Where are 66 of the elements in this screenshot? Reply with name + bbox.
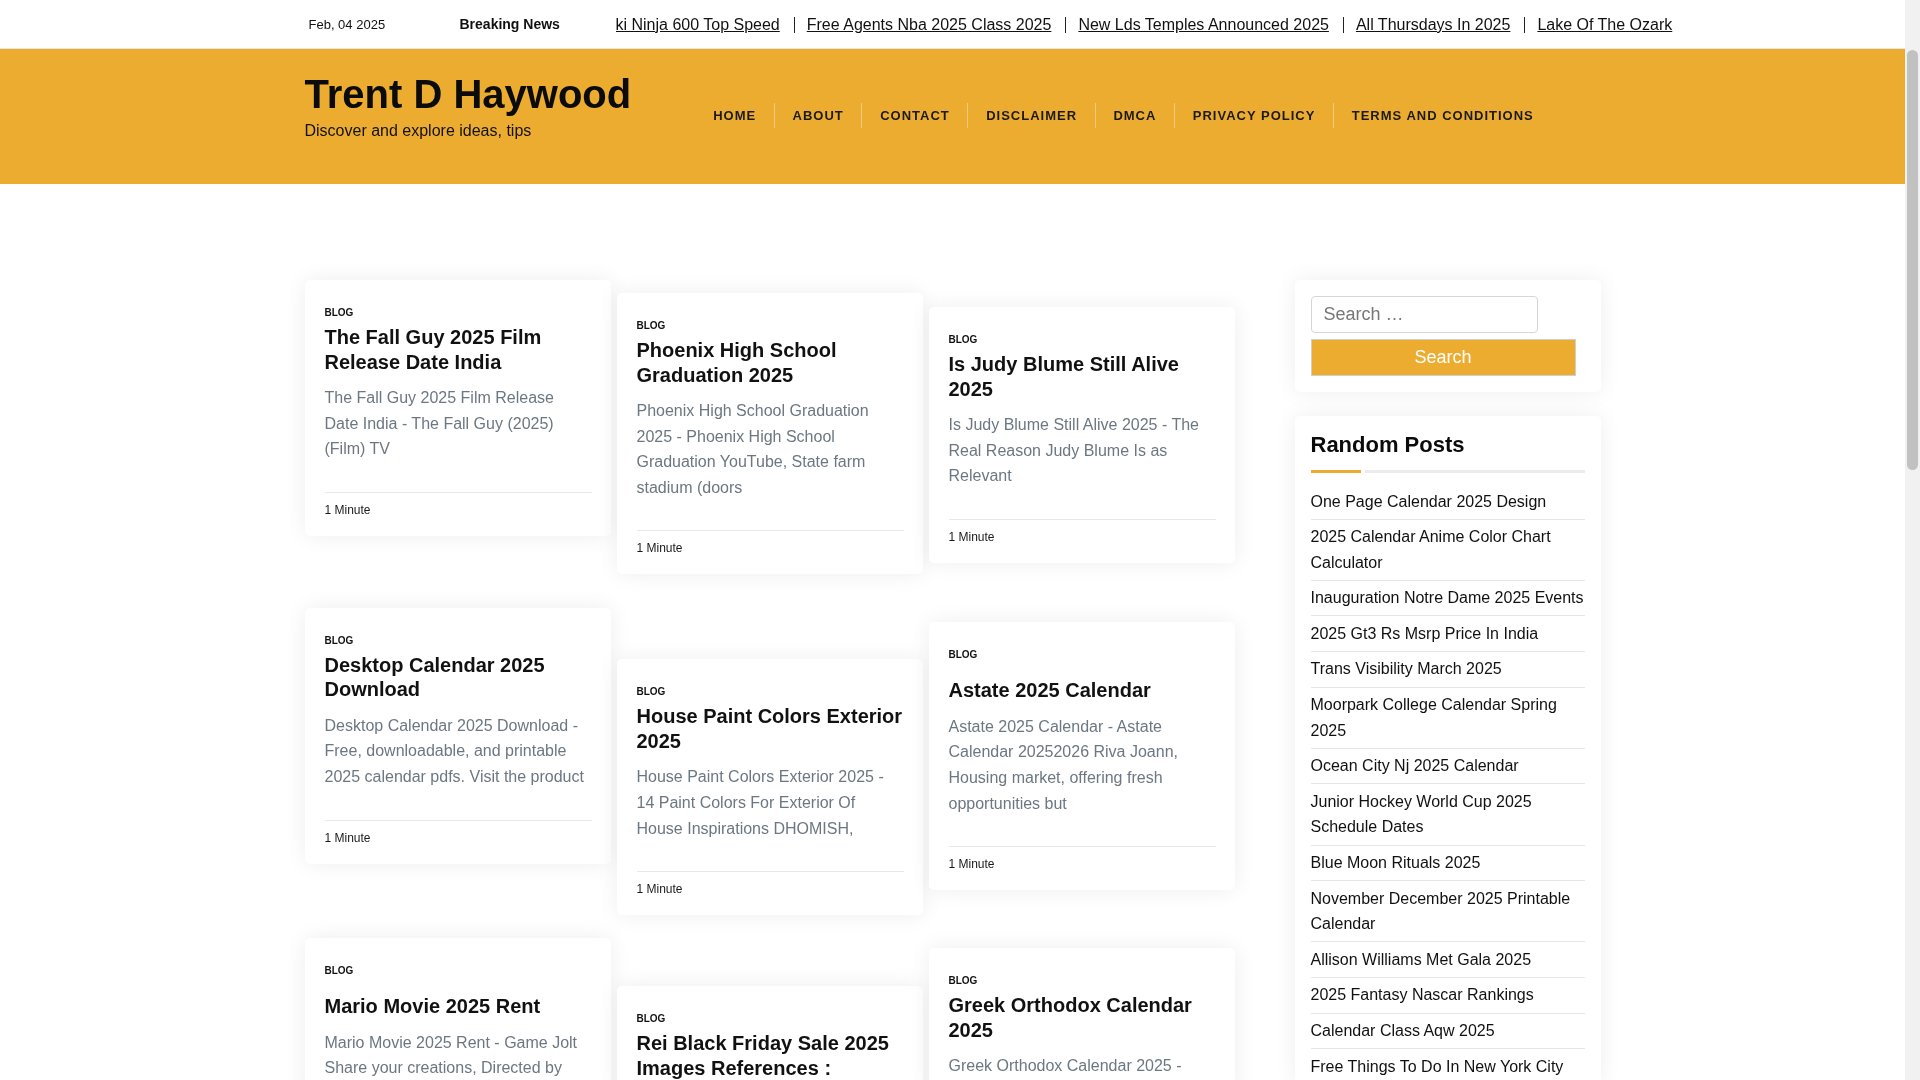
post-title-link[interactable]: Mario Movie 2025 Rent <box>324 994 541 1019</box>
widget-title: Random Posts <box>1310 432 1466 458</box>
site-tagline: Discover and explore ideas, tips <box>304 121 532 141</box>
category-link[interactable]: BLOG <box>636 686 666 699</box>
post-title-link[interactable]: The Fall Guy 2025 Film Release Date India <box>324 325 592 374</box>
random-post-link[interactable]: November December 2025 Printable Calendar <box>1310 885 1585 937</box>
post-title-link[interactable]: Phoenix High School Graduation 2025 <box>636 338 904 387</box>
nav-link[interactable]: DMCA <box>1095 103 1176 128</box>
post-excerpt: Greek Orthodox Calendar 2025 - <box>948 1056 1182 1077</box>
nav-link[interactable]: CONTACT <box>862 103 969 128</box>
post-excerpt: Astate 2025 Calendar - Astate Calendar 20252026 Riva Joann, Housing market, offering fresh opportunities but <box>948 716 1179 814</box>
ticker-link[interactable]: New Lds Temples Announced 2025 <box>1078 15 1329 35</box>
random-post-link[interactable]: 2025 Fantasy Nascar Rankings <box>1310 982 1585 1008</box>
category-link[interactable]: BLOG <box>948 648 978 661</box>
category-link[interactable]: BLOG <box>636 320 666 332</box>
post-title-link[interactable]: House Paint Colors Exterior 2025 <box>636 704 904 754</box>
post-excerpt: The Fall Guy 2025 Film Release Date India - The Fall Guy (2025) (Film) TV <box>324 388 555 460</box>
read-time: 1 Minute <box>948 529 995 544</box>
random-post-link[interactable]: One Page Calendar 2025 Design <box>1310 488 1585 515</box>
random-post-link[interactable]: 2025 Calendar Anime Color Chart Calculator <box>1310 524 1585 576</box>
category-link[interactable]: BLOG <box>324 634 354 647</box>
post-excerpt: Phoenix High School Graduation 2025 - Phoenix High School Graduation YouTube, State farm stadium (doors <box>636 401 870 498</box>
category-link[interactable]: BLOG <box>636 1013 666 1026</box>
post-excerpt: Desktop Calendar 2025 Download - Free, downloadable, and printable 2025 calendar pdfs. Visit the product <box>324 715 585 787</box>
post-excerpt: Is Judy Blume Still Alive 2025 - The Real Reason Judy Blume Is as Relevant <box>948 415 1200 487</box>
category-link[interactable]: BLOG <box>324 307 354 319</box>
site-title[interactable]: Trent D Haywood <box>304 70 632 118</box>
read-time: 1 Minute <box>324 502 371 517</box>
nav-link[interactable]: DISCLAIMER <box>968 103 1096 128</box>
breaking-news-label: Breaking News <box>459 16 560 32</box>
random-post-link[interactable]: Inauguration Notre Dame 2025 Events <box>1310 585 1585 611</box>
random-post-link[interactable]: Free Things To Do In New York City <box>1310 1053 1585 1080</box>
random-post-link[interactable]: Junior Hockey World Cup 2025 Schedule Dates <box>1310 788 1585 841</box>
read-time: 1 Minute <box>324 830 371 845</box>
post-excerpt: House Paint Colors Exterior 2025 - 14 Paint Colors For Exterior Of House Inspirations DHOMISH, <box>636 767 885 839</box>
read-time: 1 Minute <box>636 882 683 897</box>
date-text: Feb, 04 2025 <box>308 17 386 32</box>
post-title-link[interactable]: Rei Black Friday Sale 2025 Images References : <box>636 1031 904 1080</box>
random-post-link[interactable]: Trans Visibility March 2025 <box>1310 656 1585 683</box>
post-title-link[interactable]: Is Judy Blume Still Alive 2025 <box>948 352 1216 401</box>
random-post-link[interactable]: Allison Williams Met Gala 2025 <box>1310 946 1585 973</box>
post-title-link[interactable]: Desktop Calendar 2025 Download <box>324 652 592 702</box>
random-post-link[interactable]: Moorpark College Calendar Spring 2025 <box>1310 692 1585 744</box>
post-title-link[interactable]: Astate 2025 Calendar <box>948 678 1151 703</box>
random-post-link[interactable]: Ocean City Nj 2025 Calendar <box>1310 753 1585 779</box>
read-time: 1 Minute <box>948 857 995 872</box>
random-post-link[interactable]: 2025 Gt3 Rs Msrp Price In India <box>1310 620 1585 647</box>
random-post-link[interactable]: Calendar Class Aqw 2025 <box>1310 1018 1585 1044</box>
ticker-link[interactable]: ki Ninja 600 Top Speed <box>615 15 780 35</box>
search-field[interactable]: Search … <box>1310 296 1538 333</box>
category-link[interactable]: BLOG <box>948 334 978 346</box>
ticker-link[interactable]: Free Agents Nba 2025 Class 2025 <box>806 15 1052 35</box>
nav-link[interactable]: PRIVACY POLICY <box>1175 103 1335 128</box>
scrollbar-thumb[interactable] <box>1907 50 1918 470</box>
ticker-link[interactable]: Lake Of The Ozark <box>1537 15 1673 35</box>
ticker-link[interactable]: All Thursdays In 2025 <box>1355 15 1511 35</box>
nav-link[interactable]: TERMS AND CONDITIONS <box>1334 103 1552 128</box>
read-time: 1 Minute <box>636 541 683 556</box>
nav-link[interactable]: ABOUT <box>774 103 863 128</box>
post-title-link[interactable]: Greek Orthodox Calendar 2025 <box>948 993 1216 1043</box>
scrollbar[interactable] <box>1905 0 1920 1080</box>
category-link[interactable]: BLOG <box>324 964 354 977</box>
category-link[interactable]: BLOG <box>948 975 978 988</box>
random-post-link[interactable]: Blue Moon Rituals 2025 <box>1310 850 1585 876</box>
post-excerpt: Mario Movie 2025 Rent - Game Jolt Share your creations, Directed by <box>324 1032 579 1079</box>
nav-link[interactable]: HOME <box>695 103 775 128</box>
